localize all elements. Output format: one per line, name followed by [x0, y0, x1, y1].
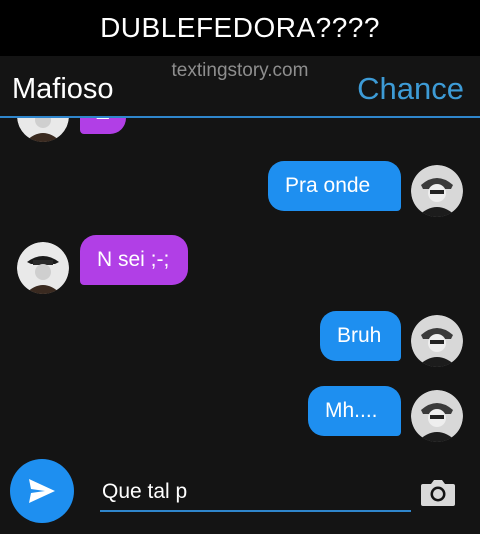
message-text: N sei ;-;	[97, 248, 170, 271]
message-text: Pra onde	[285, 174, 371, 197]
camera-icon	[421, 480, 455, 506]
message-bubble[interactable]: Pra onde	[268, 161, 401, 211]
message-input-wrapper	[100, 476, 411, 512]
message-bubble[interactable]: Bruh	[320, 311, 401, 361]
avatar-mafioso	[17, 242, 69, 294]
message-text: Bruh	[337, 324, 382, 347]
composer-bar	[0, 446, 480, 534]
contact-name-right[interactable]: Chance	[357, 71, 464, 107]
avatar-mafioso	[17, 118, 69, 142]
message-text: Mh....	[325, 399, 378, 422]
message-list[interactable]: _ Pra onde N sei ;-; Bruh	[0, 118, 480, 446]
message-text: _	[97, 118, 109, 120]
avatar-chance	[411, 315, 463, 367]
message-bubble[interactable]: N sei ;-;	[80, 235, 188, 285]
send-button[interactable]	[10, 459, 74, 523]
message-input[interactable]	[100, 476, 394, 508]
top-banner: DUBLEFEDORA????	[0, 0, 480, 56]
chat-header: Mafioso textingstory.com Chance	[0, 56, 480, 116]
message-bubble[interactable]: _	[80, 118, 126, 134]
send-icon	[29, 479, 55, 503]
banner-title: DUBLEFEDORA????	[100, 12, 380, 43]
message-bubble[interactable]: Mh....	[308, 386, 401, 436]
avatar-chance	[411, 390, 463, 442]
avatar-chance	[411, 165, 463, 217]
camera-button[interactable]	[420, 477, 456, 507]
